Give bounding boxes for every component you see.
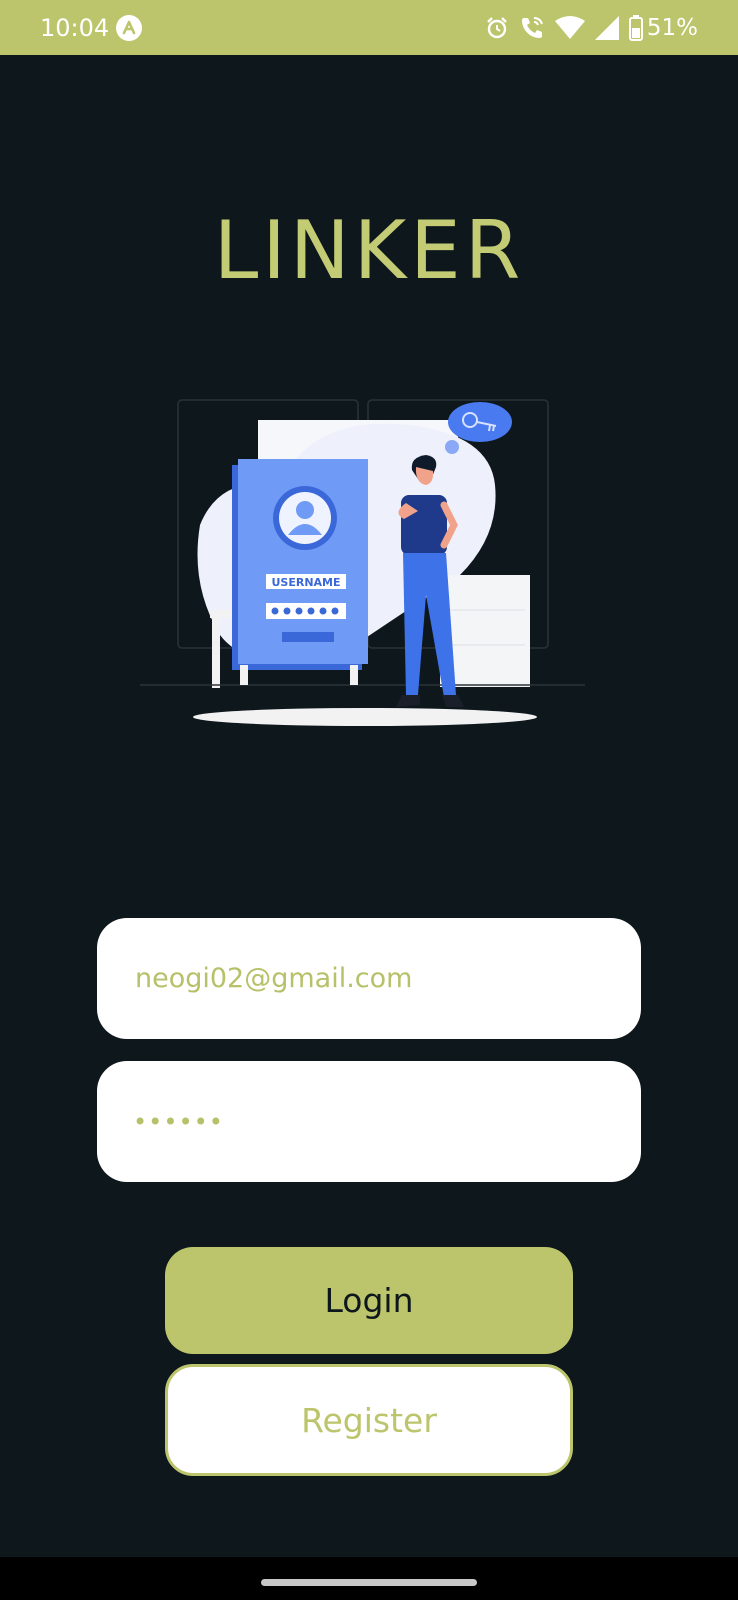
alarm-icon bbox=[487, 17, 507, 39]
svg-text:USERNAME: USERNAME bbox=[271, 576, 340, 589]
app-notification-icon bbox=[116, 15, 142, 41]
status-time: 10:04 bbox=[40, 14, 110, 42]
wifi-icon bbox=[554, 16, 585, 39]
app-title: LINKER bbox=[213, 204, 525, 297]
login-button[interactable]: Login bbox=[165, 1247, 573, 1354]
email-field[interactable] bbox=[97, 918, 641, 1039]
battery-icon bbox=[628, 15, 643, 41]
battery-percent: 51% bbox=[646, 15, 698, 41]
email-input[interactable] bbox=[133, 962, 641, 995]
password-input[interactable]: •••••• bbox=[133, 1110, 224, 1134]
signal-icon bbox=[594, 16, 619, 40]
register-button[interactable]: Register bbox=[165, 1364, 573, 1476]
login-illustration: USERNAME bbox=[140, 399, 585, 726]
wifi-calling-icon bbox=[521, 17, 543, 38]
password-field[interactable]: •••••• bbox=[97, 1061, 641, 1182]
home-gesture-handle[interactable] bbox=[261, 1579, 477, 1586]
status-icons: 51% bbox=[485, 12, 698, 44]
status-bar: 10:04 51% bbox=[0, 0, 738, 55]
